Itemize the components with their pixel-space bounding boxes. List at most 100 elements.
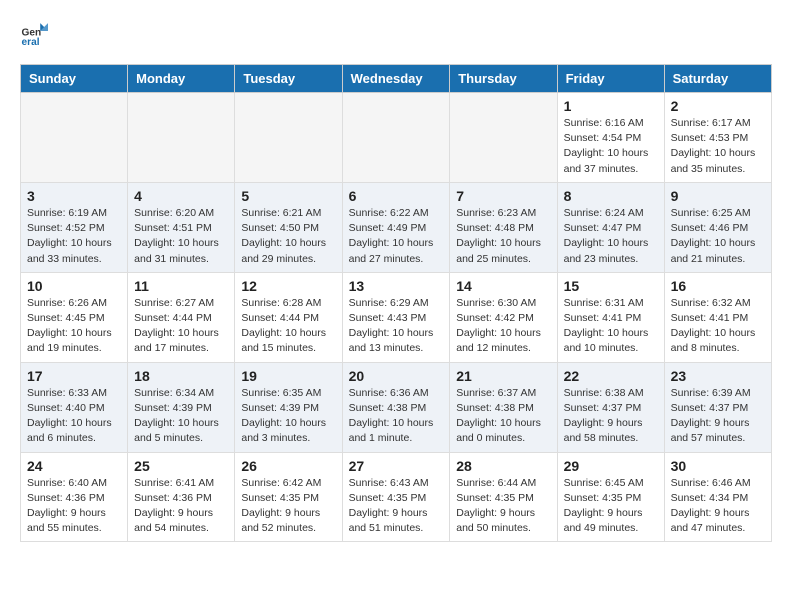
calendar-cell: 21 Sunrise: 6:37 AM Sunset: 4:38 PM Dayli… bbox=[450, 362, 557, 452]
calendar-cell: 28 Sunrise: 6:44 AM Sunset: 4:35 PM Dayli… bbox=[450, 452, 557, 542]
col-header-thursday: Thursday bbox=[450, 65, 557, 93]
svg-text:eral: eral bbox=[22, 37, 40, 48]
day-number: 10 bbox=[27, 278, 121, 294]
day-info: Sunrise: 6:16 AM Sunset: 4:54 PM Dayligh… bbox=[564, 116, 658, 177]
calendar-cell: 12 Sunrise: 6:28 AM Sunset: 4:44 PM Dayli… bbox=[235, 272, 342, 362]
day-number: 20 bbox=[349, 368, 444, 384]
day-number: 24 bbox=[27, 458, 121, 474]
calendar-cell: 29Sunrise: 6:45 AM Sunset: 4:35 PM Dayli… bbox=[557, 452, 664, 542]
day-number: 30 bbox=[671, 458, 765, 474]
day-info: Sunrise: 6:36 AM Sunset: 4:38 PM Dayligh… bbox=[349, 386, 444, 447]
calendar-cell: 14 Sunrise: 6:30 AM Sunset: 4:42 PM Dayli… bbox=[450, 272, 557, 362]
day-number: 4 bbox=[134, 188, 228, 204]
calendar-cell: 1 Sunrise: 6:16 AM Sunset: 4:54 PM Daylig… bbox=[557, 93, 664, 183]
day-number: 1 bbox=[564, 98, 658, 114]
calendar: SundayMondayTuesdayWednesdayThursdayFrid… bbox=[20, 64, 772, 542]
calendar-cell bbox=[235, 93, 342, 183]
day-info: Sunrise: 6:22 AM Sunset: 4:49 PM Dayligh… bbox=[349, 206, 444, 267]
day-number: 7 bbox=[456, 188, 550, 204]
day-info: Sunrise: 6:38 AM Sunset: 4:37 PM Dayligh… bbox=[564, 386, 658, 447]
day-info: Sunrise: 6:35 AM Sunset: 4:39 PM Dayligh… bbox=[241, 386, 335, 447]
day-info: Sunrise: 6:37 AM Sunset: 4:38 PM Dayligh… bbox=[456, 386, 550, 447]
day-info: Sunrise: 6:25 AM Sunset: 4:46 PM Dayligh… bbox=[671, 206, 765, 267]
calendar-cell: 30 Sunrise: 6:46 AM Sunset: 4:34 PM Dayli… bbox=[664, 452, 771, 542]
day-info: Sunrise: 6:32 AM Sunset: 4:41 PM Dayligh… bbox=[671, 296, 765, 357]
calendar-cell: 11Sunrise: 6:27 AM Sunset: 4:44 PM Dayli… bbox=[128, 272, 235, 362]
day-info: Sunrise: 6:28 AM Sunset: 4:44 PM Dayligh… bbox=[241, 296, 335, 357]
col-header-tuesday: Tuesday bbox=[235, 65, 342, 93]
day-info: Sunrise: 6:17 AM Sunset: 4:53 PM Dayligh… bbox=[671, 116, 765, 177]
calendar-week-row: 3Sunrise: 6:19 AM Sunset: 4:52 PM Daylig… bbox=[21, 182, 772, 272]
calendar-cell bbox=[21, 93, 128, 183]
day-number: 16 bbox=[671, 278, 765, 294]
calendar-cell: 22 Sunrise: 6:38 AM Sunset: 4:37 PM Dayli… bbox=[557, 362, 664, 452]
calendar-cell: 17 Sunrise: 6:33 AM Sunset: 4:40 PM Dayli… bbox=[21, 362, 128, 452]
day-info: Sunrise: 6:42 AM Sunset: 4:35 PM Dayligh… bbox=[241, 476, 335, 537]
day-info: Sunrise: 6:23 AM Sunset: 4:48 PM Dayligh… bbox=[456, 206, 550, 267]
day-info: Sunrise: 6:31 AM Sunset: 4:41 PM Dayligh… bbox=[564, 296, 658, 357]
logo-icon: Gen eral bbox=[20, 20, 48, 48]
day-info: Sunrise: 6:44 AM Sunset: 4:35 PM Dayligh… bbox=[456, 476, 550, 537]
calendar-cell: 6 Sunrise: 6:22 AM Sunset: 4:49 PM Daylig… bbox=[342, 182, 450, 272]
day-number: 3 bbox=[27, 188, 121, 204]
day-info: Sunrise: 6:40 AM Sunset: 4:36 PM Dayligh… bbox=[27, 476, 121, 537]
day-info: Sunrise: 6:24 AM Sunset: 4:47 PM Dayligh… bbox=[564, 206, 658, 267]
day-info: Sunrise: 6:46 AM Sunset: 4:34 PM Dayligh… bbox=[671, 476, 765, 537]
day-number: 14 bbox=[456, 278, 550, 294]
col-header-monday: Monday bbox=[128, 65, 235, 93]
calendar-cell bbox=[342, 93, 450, 183]
day-number: 15 bbox=[564, 278, 658, 294]
logo: Gen eral bbox=[20, 20, 52, 48]
day-number: 27 bbox=[349, 458, 444, 474]
calendar-cell: 5Sunrise: 6:21 AM Sunset: 4:50 PM Daylig… bbox=[235, 182, 342, 272]
calendar-cell: 4 Sunrise: 6:20 AM Sunset: 4:51 PM Daylig… bbox=[128, 182, 235, 272]
calendar-week-row: 17 Sunrise: 6:33 AM Sunset: 4:40 PM Dayli… bbox=[21, 362, 772, 452]
day-number: 21 bbox=[456, 368, 550, 384]
day-number: 17 bbox=[27, 368, 121, 384]
calendar-cell: 16 Sunrise: 6:32 AM Sunset: 4:41 PM Dayli… bbox=[664, 272, 771, 362]
day-number: 12 bbox=[241, 278, 335, 294]
day-info: Sunrise: 6:20 AM Sunset: 4:51 PM Dayligh… bbox=[134, 206, 228, 267]
day-info: Sunrise: 6:41 AM Sunset: 4:36 PM Dayligh… bbox=[134, 476, 228, 537]
day-info: Sunrise: 6:39 AM Sunset: 4:37 PM Dayligh… bbox=[671, 386, 765, 447]
day-info: Sunrise: 6:27 AM Sunset: 4:44 PM Dayligh… bbox=[134, 296, 228, 357]
calendar-cell: 23 Sunrise: 6:39 AM Sunset: 4:37 PM Dayli… bbox=[664, 362, 771, 452]
day-info: Sunrise: 6:26 AM Sunset: 4:45 PM Dayligh… bbox=[27, 296, 121, 357]
calendar-cell: 24 Sunrise: 6:40 AM Sunset: 4:36 PM Dayli… bbox=[21, 452, 128, 542]
col-header-saturday: Saturday bbox=[664, 65, 771, 93]
day-number: 2 bbox=[671, 98, 765, 114]
day-number: 18 bbox=[134, 368, 228, 384]
calendar-cell: 26 Sunrise: 6:42 AM Sunset: 4:35 PM Dayli… bbox=[235, 452, 342, 542]
header: Gen eral bbox=[20, 20, 772, 48]
day-number: 23 bbox=[671, 368, 765, 384]
col-header-sunday: Sunday bbox=[21, 65, 128, 93]
day-number: 26 bbox=[241, 458, 335, 474]
calendar-header-row: SundayMondayTuesdayWednesdayThursdayFrid… bbox=[21, 65, 772, 93]
day-number: 19 bbox=[241, 368, 335, 384]
day-number: 22 bbox=[564, 368, 658, 384]
calendar-cell bbox=[450, 93, 557, 183]
day-number: 6 bbox=[349, 188, 444, 204]
col-header-friday: Friday bbox=[557, 65, 664, 93]
calendar-cell: 27Sunrise: 6:43 AM Sunset: 4:35 PM Dayli… bbox=[342, 452, 450, 542]
day-info: Sunrise: 6:30 AM Sunset: 4:42 PM Dayligh… bbox=[456, 296, 550, 357]
day-number: 25 bbox=[134, 458, 228, 474]
calendar-cell: 20 Sunrise: 6:36 AM Sunset: 4:38 PM Dayli… bbox=[342, 362, 450, 452]
calendar-cell: 3Sunrise: 6:19 AM Sunset: 4:52 PM Daylig… bbox=[21, 182, 128, 272]
calendar-week-row: 1 Sunrise: 6:16 AM Sunset: 4:54 PM Daylig… bbox=[21, 93, 772, 183]
day-number: 29 bbox=[564, 458, 658, 474]
day-number: 28 bbox=[456, 458, 550, 474]
day-info: Sunrise: 6:33 AM Sunset: 4:40 PM Dayligh… bbox=[27, 386, 121, 447]
calendar-cell: 7 Sunrise: 6:23 AM Sunset: 4:48 PM Daylig… bbox=[450, 182, 557, 272]
calendar-cell: 8 Sunrise: 6:24 AM Sunset: 4:47 PM Daylig… bbox=[557, 182, 664, 272]
col-header-wednesday: Wednesday bbox=[342, 65, 450, 93]
day-info: Sunrise: 6:29 AM Sunset: 4:43 PM Dayligh… bbox=[349, 296, 444, 357]
calendar-cell: 19 Sunrise: 6:35 AM Sunset: 4:39 PM Dayli… bbox=[235, 362, 342, 452]
calendar-week-row: 10 Sunrise: 6:26 AM Sunset: 4:45 PM Dayli… bbox=[21, 272, 772, 362]
day-number: 8 bbox=[564, 188, 658, 204]
day-info: Sunrise: 6:21 AM Sunset: 4:50 PM Dayligh… bbox=[241, 206, 335, 267]
calendar-cell bbox=[128, 93, 235, 183]
calendar-week-row: 24 Sunrise: 6:40 AM Sunset: 4:36 PM Dayli… bbox=[21, 452, 772, 542]
calendar-cell: 10 Sunrise: 6:26 AM Sunset: 4:45 PM Dayli… bbox=[21, 272, 128, 362]
day-info: Sunrise: 6:34 AM Sunset: 4:39 PM Dayligh… bbox=[134, 386, 228, 447]
